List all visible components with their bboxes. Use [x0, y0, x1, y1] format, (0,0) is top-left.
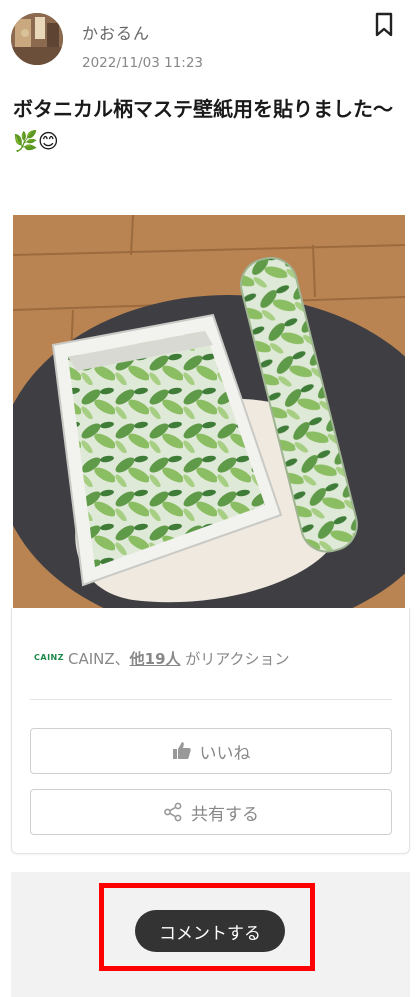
thumbs-up-icon [172, 742, 191, 759]
like-button[interactable]: いいね [30, 728, 392, 774]
divider [30, 699, 392, 700]
post-header: かおるん 2022/11/03 11:23 [0, 0, 419, 90]
comment-button[interactable]: コメントする [135, 910, 285, 952]
reaction-summary: CAINZ、他19人 がリアクション [68, 648, 290, 669]
post-photo[interactable] [13, 215, 405, 608]
share-icon [164, 802, 182, 822]
like-label: いいね [199, 743, 251, 764]
cainz-logo: CAINZ [34, 653, 65, 662]
share-label: 共有する [191, 804, 259, 825]
post-title: ボタニカル柄マステ壁紙用を貼りました〜🌿😊 [13, 97, 393, 153]
post-date: 2022/11/03 11:23 [82, 55, 204, 71]
reaction-card: CAINZ CAINZ、他19人 がリアクション いいね 共有する [11, 608, 410, 854]
reaction-lead: CAINZ、 [68, 650, 130, 668]
avatar[interactable] [11, 13, 63, 65]
author-name[interactable]: かおるん [82, 20, 150, 44]
bookmark-icon[interactable] [372, 12, 396, 38]
reaction-suffix: がリアクション [180, 650, 290, 668]
reaction-others-link[interactable]: 他19人 [130, 650, 181, 668]
share-button[interactable]: 共有する [30, 789, 392, 835]
